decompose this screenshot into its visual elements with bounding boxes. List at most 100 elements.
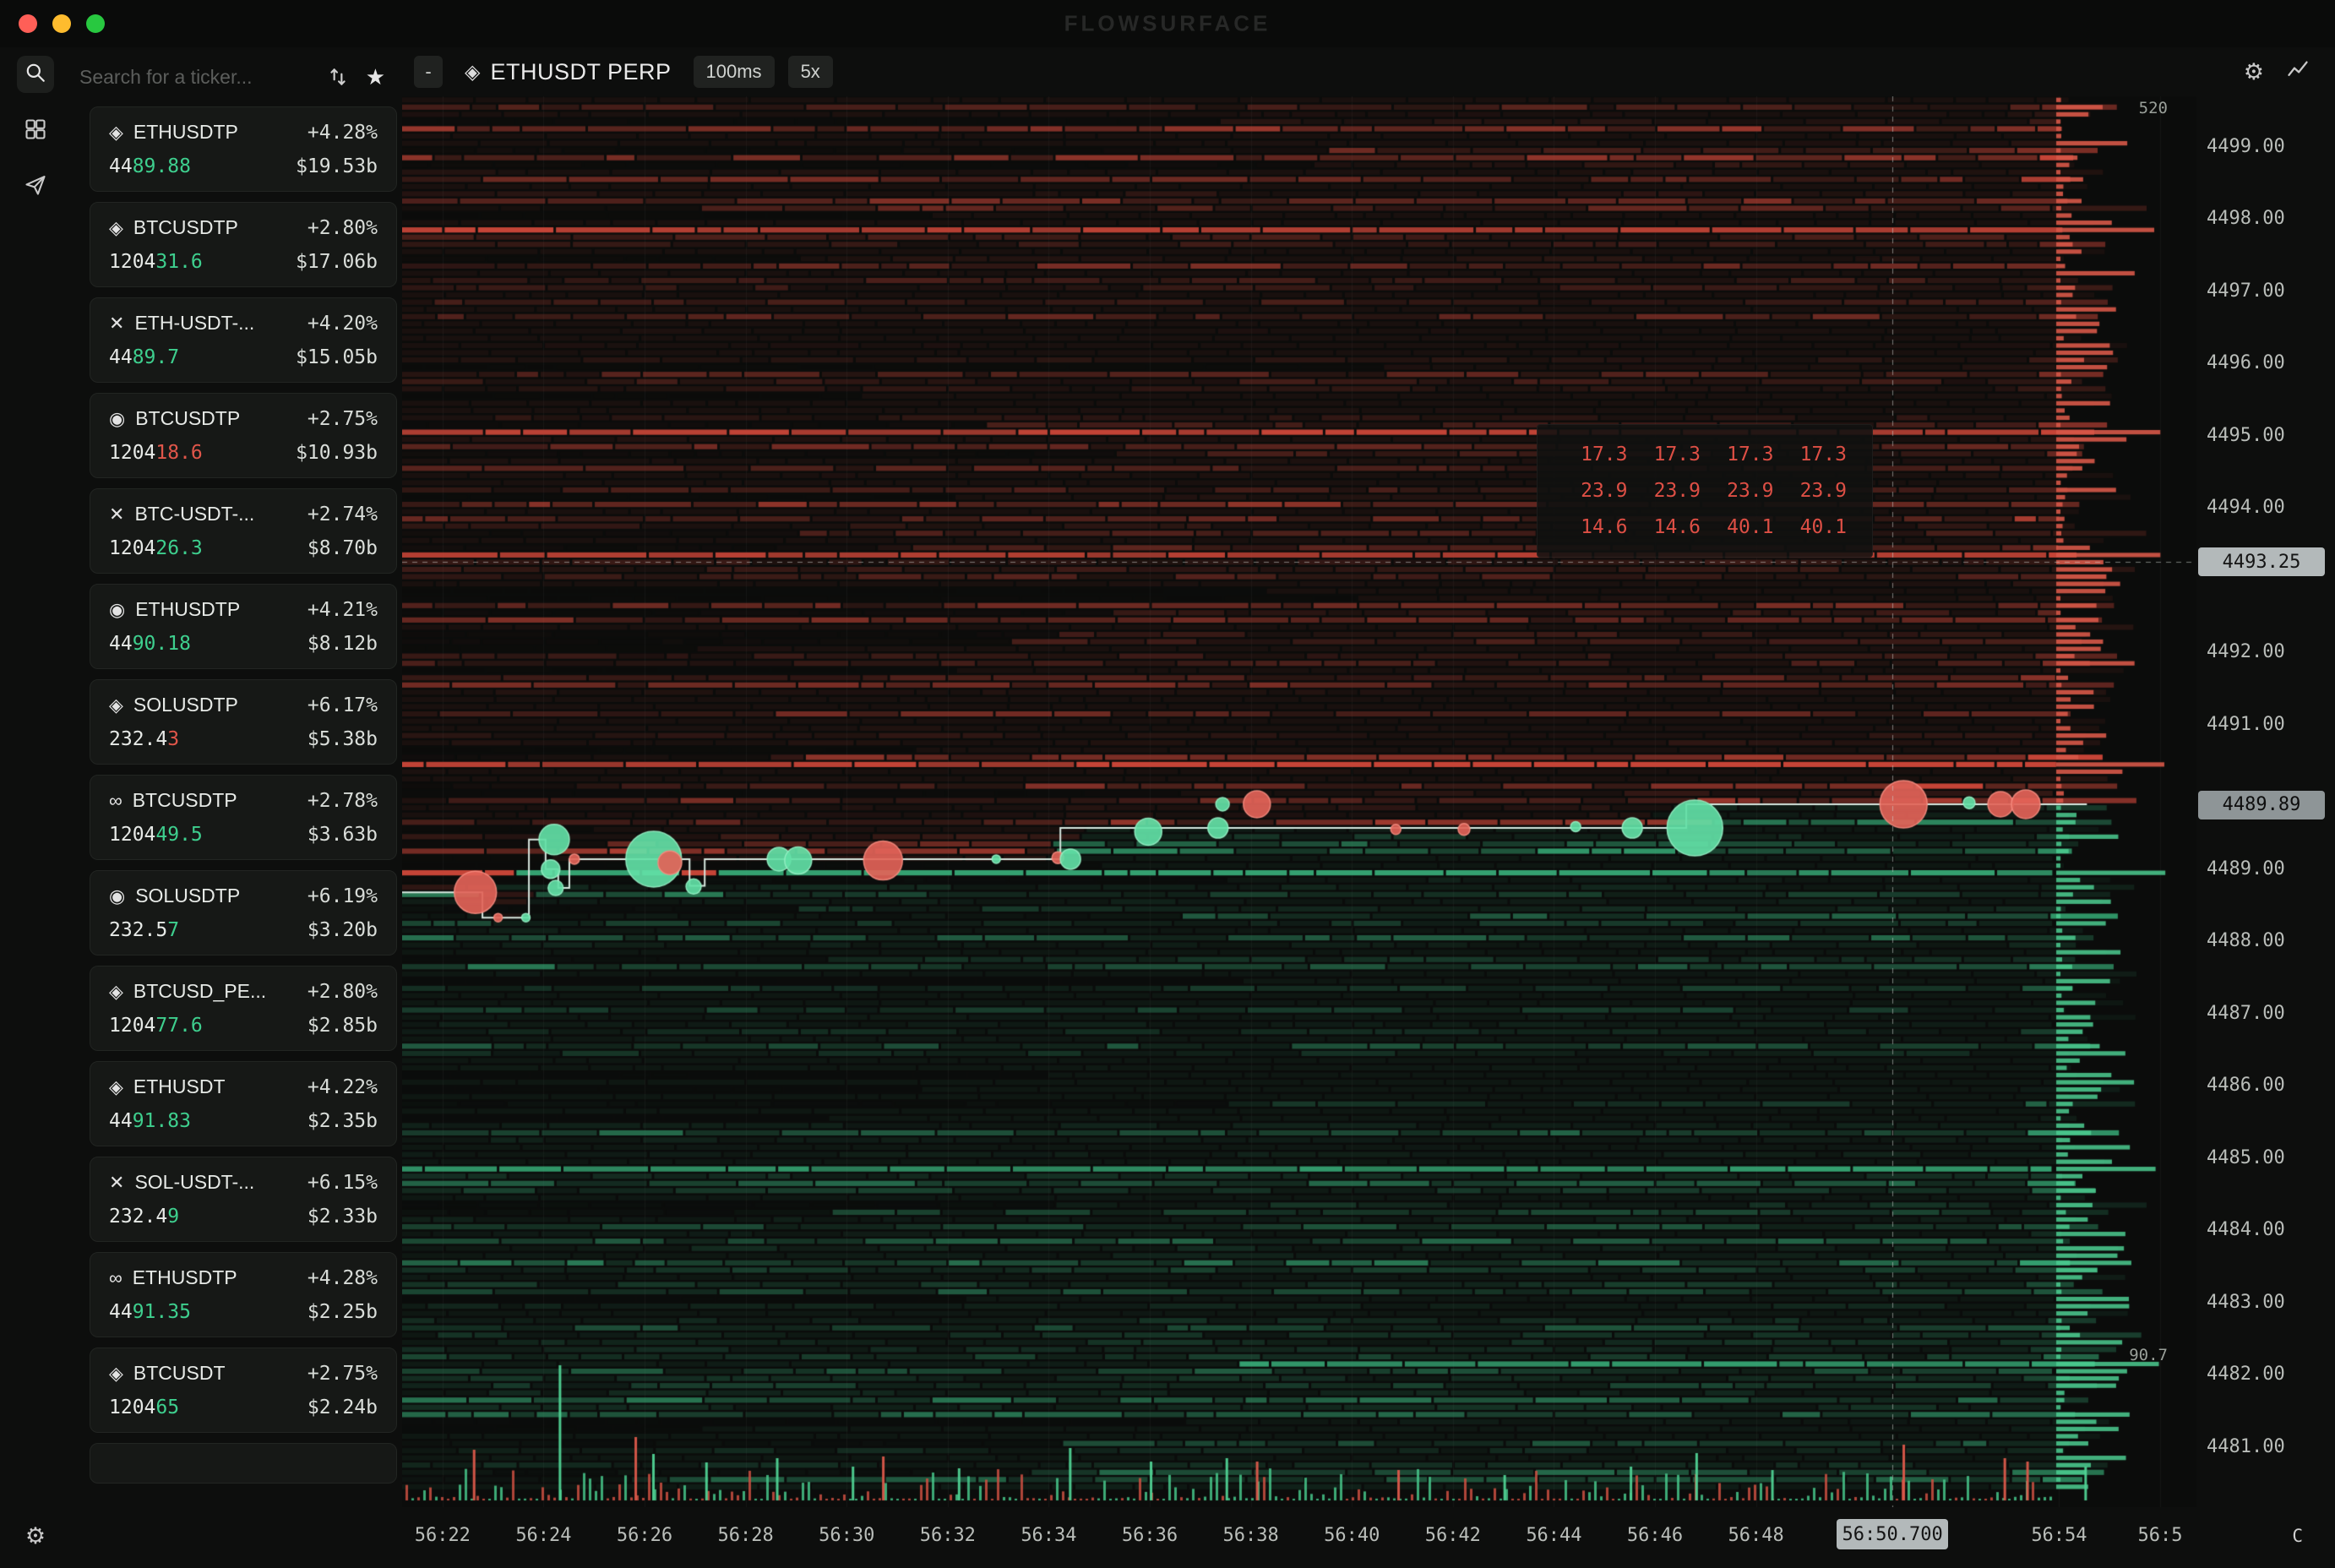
ticker-card[interactable]: ◈ BTCUSDTP +2.80% 120431.6 $17.06b (90, 202, 397, 287)
price-axis[interactable]: 4493.25 4489.89 4499.004498.004497.00449… (2196, 96, 2335, 1507)
send-panel-button[interactable] (20, 172, 51, 203)
price-tick-label: 4498.00 (2207, 208, 2285, 230)
exchange-icon-binance: ◈ (109, 696, 123, 715)
ticker-change: +2.80% (308, 981, 378, 1003)
last-price-label: 4489.89 (2198, 791, 2325, 819)
price-tick-label: 4487.00 (2207, 1003, 2285, 1025)
time-tick-label: 56:40 (1314, 1525, 1390, 1546)
ticker-card-bottom-row: 232.49 $2.33b (109, 1206, 378, 1228)
ticker-card[interactable]: ◈ SOLUSDTP +6.17% 232.43 $5.38b (90, 679, 397, 765)
price-tick-label: 4485.00 (2207, 1147, 2285, 1169)
ticker-change: +4.28% (308, 1267, 378, 1289)
collapse-pane-button[interactable]: - (414, 56, 443, 88)
depth-scale-label: 520 (2095, 99, 2168, 117)
ticker-card[interactable]: ✕ SOL-USDT-... +6.15% 232.49 $2.33b (90, 1157, 397, 1242)
sort-button[interactable] (327, 66, 349, 88)
time-tick-label: 56:36 (1112, 1525, 1188, 1546)
tooltip-value: 17.3 (1636, 444, 1701, 466)
ticker-symbol: BTC-USDT-... (134, 503, 254, 525)
time-axis[interactable]: 56:50.700 56:2256:2456:2656:2856:3056:32… (402, 1507, 2196, 1568)
ticker-card-bottom-row: 232.57 $3.20b (109, 919, 378, 941)
tooltip-value: 40.1 (1783, 516, 1848, 538)
ticker-card-top-row: ◉ ETHUSDTP +4.21% (109, 598, 378, 621)
ticker-volume: $2.25b (308, 1301, 378, 1323)
indicator-chart-icon[interactable] (2286, 58, 2310, 86)
ticker-card[interactable] (90, 1443, 397, 1484)
symbol-selector[interactable]: ◈ ETHUSDT PERP (465, 59, 672, 85)
exchange-icon-okx: ✕ (109, 314, 124, 333)
layout-grid-button[interactable] (20, 117, 51, 147)
ticker-volume: $10.93b (296, 442, 378, 464)
price-tick-label: 4491.00 (2207, 714, 2285, 736)
ticker-card[interactable]: ◉ BTCUSDTP +2.75% 120418.6 $10.93b (90, 393, 397, 478)
symbol-name: ETHUSDT PERP (490, 59, 671, 85)
ticker-card-top-row: ✕ SOL-USDT-... +6.15% (109, 1171, 378, 1194)
favorites-button[interactable]: ★ (366, 66, 385, 88)
search-input[interactable] (79, 66, 310, 89)
ticker-card[interactable]: ◈ ETHUSDT +4.22% 4491.83 $2.35b (90, 1061, 397, 1146)
ticker-sidebar: ★ ◈ ETHUSDTP +4.28% 4489.88 $19.53b ◈ BT… (71, 47, 402, 1568)
zoom-window-button[interactable] (86, 14, 105, 33)
toolbar-right-icons: ⚙ (2244, 47, 2310, 96)
ticker-card[interactable]: ◈ BTCUSDT +2.75% 120465 $2.24b (90, 1348, 397, 1433)
ticker-card[interactable]: ∞ ETHUSDTP +4.28% 4491.35 $2.25b (90, 1252, 397, 1337)
paper-plane-icon (24, 173, 47, 203)
close-window-button[interactable] (19, 14, 37, 33)
tooltip-value: 23.9 (1783, 480, 1848, 502)
exchange-icon-binance: ◈ (109, 1364, 123, 1383)
ticker-volume: $3.63b (308, 824, 378, 846)
ticker-card-top-row: ✕ ETH-USDT-... +4.20% (109, 312, 378, 335)
price-tick-label: 4495.00 (2207, 425, 2285, 447)
ticker-card[interactable]: ◈ ETHUSDTP +4.28% 4489.88 $19.53b (90, 106, 397, 192)
time-tick-label: 56:42 (1415, 1525, 1491, 1546)
ticker-volume: $17.06b (296, 251, 378, 273)
corner-c-label[interactable]: C (2292, 1526, 2303, 1546)
ticker-card-bottom-row: 4491.83 $2.35b (109, 1110, 378, 1132)
ticker-change: +4.28% (308, 122, 378, 144)
chart-settings-gear-icon[interactable]: ⚙ (2244, 59, 2264, 85)
minimize-window-button[interactable] (52, 14, 71, 33)
ticker-card-top-row: ◈ ETHUSDTP +4.28% (109, 121, 378, 144)
ticker-card[interactable]: ∞ BTCUSDTP +2.78% 120449.5 $3.63b (90, 775, 397, 860)
ticker-price: 4490.18 (109, 633, 191, 655)
heatmap-canvas[interactable] (402, 96, 2196, 1507)
ticker-price: 4489.7 (109, 346, 179, 368)
heatmap-chart: 17.317.317.317.323.923.923.923.914.614.6… (402, 96, 2196, 1507)
ticker-card-bottom-row: 232.43 $5.38b (109, 728, 378, 750)
gear-icon: ⚙ (25, 1523, 46, 1549)
ticker-card-top-row: ∞ ETHUSDTP +4.28% (109, 1266, 378, 1289)
exchange-icon-hyperliquid: ∞ (109, 1269, 122, 1288)
ticker-card[interactable]: ◉ SOLUSDTP +6.19% 232.57 $3.20b (90, 870, 397, 956)
main-layout: ⚙ ★ ◈ ETHUSDTP +4.28% 4489.88 (0, 47, 2335, 1568)
ticker-symbol: SOLUSDTP (133, 694, 238, 716)
price-tick-label: 4488.00 (2207, 930, 2285, 952)
multiplier-button[interactable]: 5x (788, 56, 833, 88)
time-tick-label: 56:34 (1010, 1525, 1086, 1546)
ticker-card-top-row: ◈ ETHUSDT +4.22% (109, 1075, 378, 1098)
interval-button[interactable]: 100ms (694, 56, 775, 88)
ticker-change: +4.21% (308, 599, 378, 621)
tooltip-value: 14.6 (1636, 516, 1701, 538)
ticker-card[interactable]: ✕ ETH-USDT-... +4.20% 4489.7 $15.05b (90, 297, 397, 383)
price-tick-label: 4483.00 (2207, 1292, 2285, 1314)
ticker-card-bottom-row: 4489.7 $15.05b (109, 346, 378, 368)
ticker-symbol: ETH-USDT-... (134, 312, 254, 335)
ticker-card-top-row: ◉ SOLUSDTP +6.19% (109, 885, 378, 907)
search-button[interactable] (17, 56, 54, 93)
ticker-card[interactable]: ◉ ETHUSDTP +4.21% 4490.18 $8.12b (90, 584, 397, 669)
exchange-icon-binance: ◈ (109, 219, 123, 237)
flowsurface-app: FLOWSURFACE ⚙ (0, 0, 2335, 1568)
ticker-price: 4491.83 (109, 1110, 191, 1132)
settings-button[interactable]: ⚙ (20, 1521, 51, 1551)
time-tick-label: 56:54 (2021, 1525, 2097, 1546)
ticker-change: +4.22% (308, 1076, 378, 1098)
time-tick-label: 56:30 (808, 1525, 884, 1546)
ticker-volume: $2.35b (308, 1110, 378, 1132)
ticker-card[interactable]: ◈ BTCUSD_PE... +2.80% 120477.6 $2.85b (90, 966, 397, 1051)
crosshair-price-label: 4493.25 (2198, 547, 2325, 576)
ticker-card[interactable]: ✕ BTC-USDT-... +2.74% 120426.3 $8.70b (90, 488, 397, 574)
ticker-symbol: SOLUSDTP (135, 885, 240, 907)
price-tick-label: 4482.00 (2207, 1364, 2285, 1386)
exchange-icon-okx: ✕ (109, 505, 124, 524)
tooltip-value: 23.9 (1709, 480, 1774, 502)
